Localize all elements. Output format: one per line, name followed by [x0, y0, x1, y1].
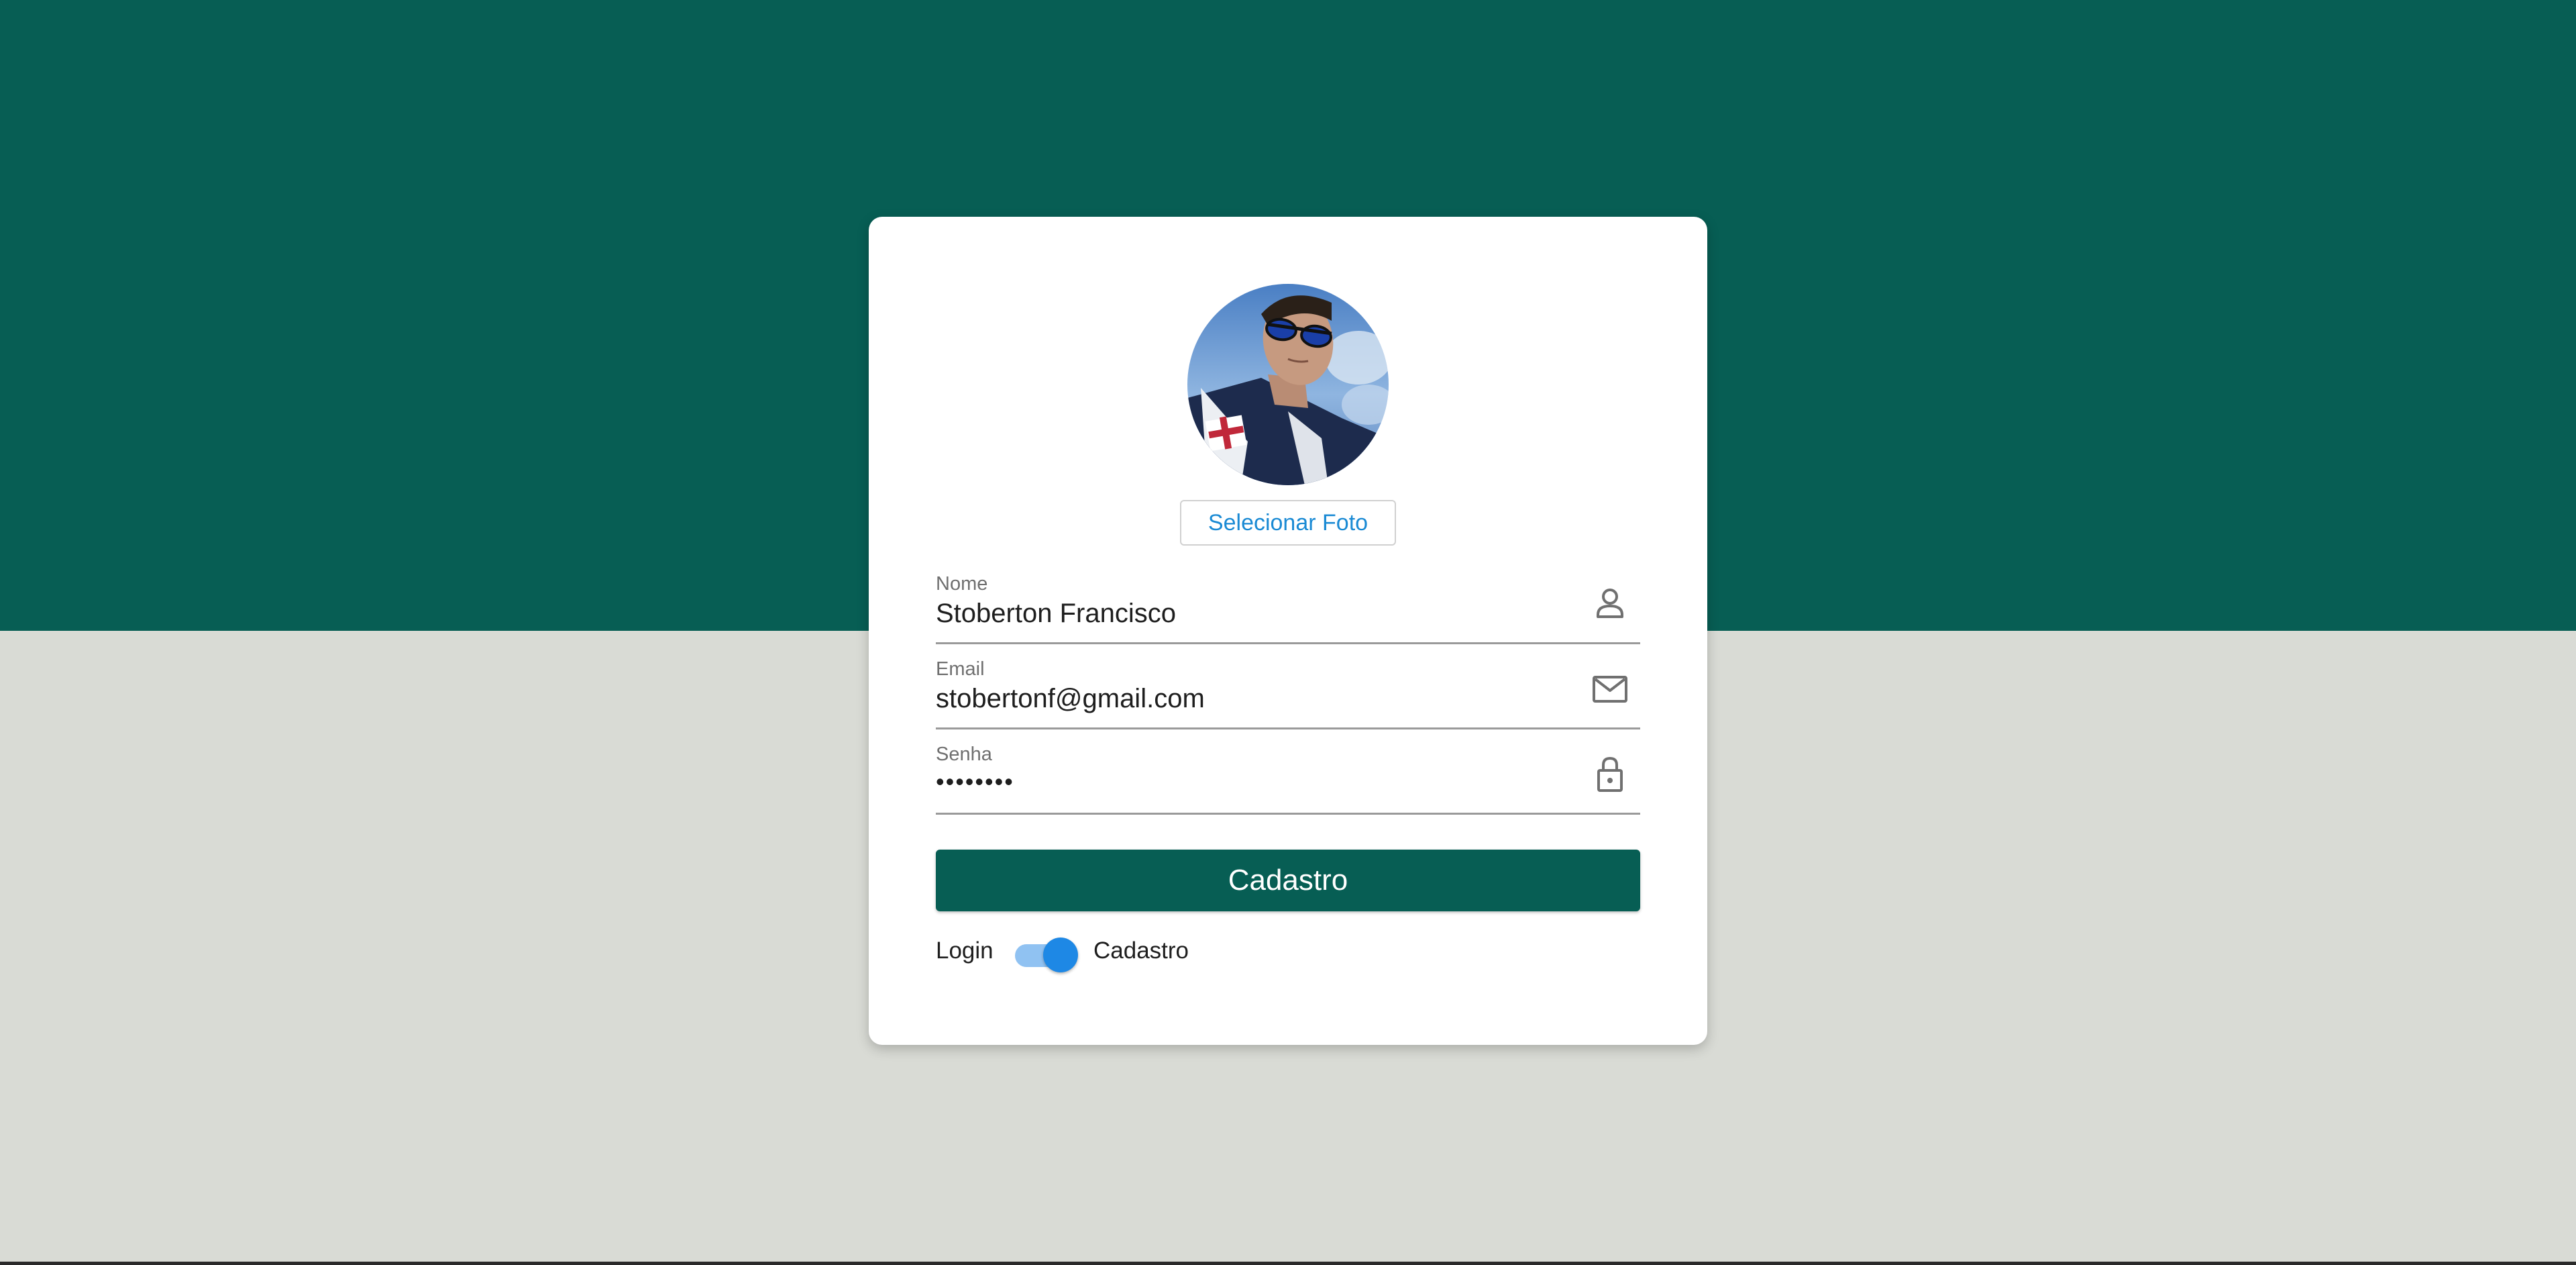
bottom-edge	[0, 1262, 2576, 1265]
password-field[interactable]: Senha ••••••••	[936, 741, 1640, 815]
login-option-label: Login	[936, 938, 994, 964]
email-label: Email	[936, 658, 985, 680]
avatar-photo	[1187, 284, 1389, 485]
name-field[interactable]: Nome Stoberton Francisco	[936, 570, 1640, 644]
email-input[interactable]: stobertonf@gmail.com	[936, 684, 1540, 714]
avatar	[1187, 284, 1389, 485]
lock-icon	[1597, 756, 1623, 792]
cadastro-submit-button[interactable]: Cadastro	[936, 850, 1640, 911]
mode-toggle-row: Login Cadastro	[936, 928, 1405, 975]
select-photo-button[interactable]: Selecionar Foto	[1180, 500, 1396, 546]
signup-card: Selecionar Foto Nome Stoberton Francisco…	[869, 217, 1707, 1045]
cadastro-option-label: Cadastro	[1093, 938, 1189, 964]
name-input[interactable]: Stoberton Francisco	[936, 599, 1540, 629]
switch-thumb[interactable]	[1043, 938, 1078, 972]
password-label: Senha	[936, 744, 992, 765]
email-field[interactable]: Email stobertonf@gmail.com	[936, 656, 1640, 729]
password-input[interactable]: ••••••••	[936, 768, 1540, 796]
name-label: Nome	[936, 573, 988, 595]
mail-icon	[1593, 676, 1627, 703]
mode-switch[interactable]	[1015, 933, 1078, 972]
page: Selecionar Foto Nome Stoberton Francisco…	[0, 0, 2576, 1265]
person-icon	[1597, 589, 1623, 618]
